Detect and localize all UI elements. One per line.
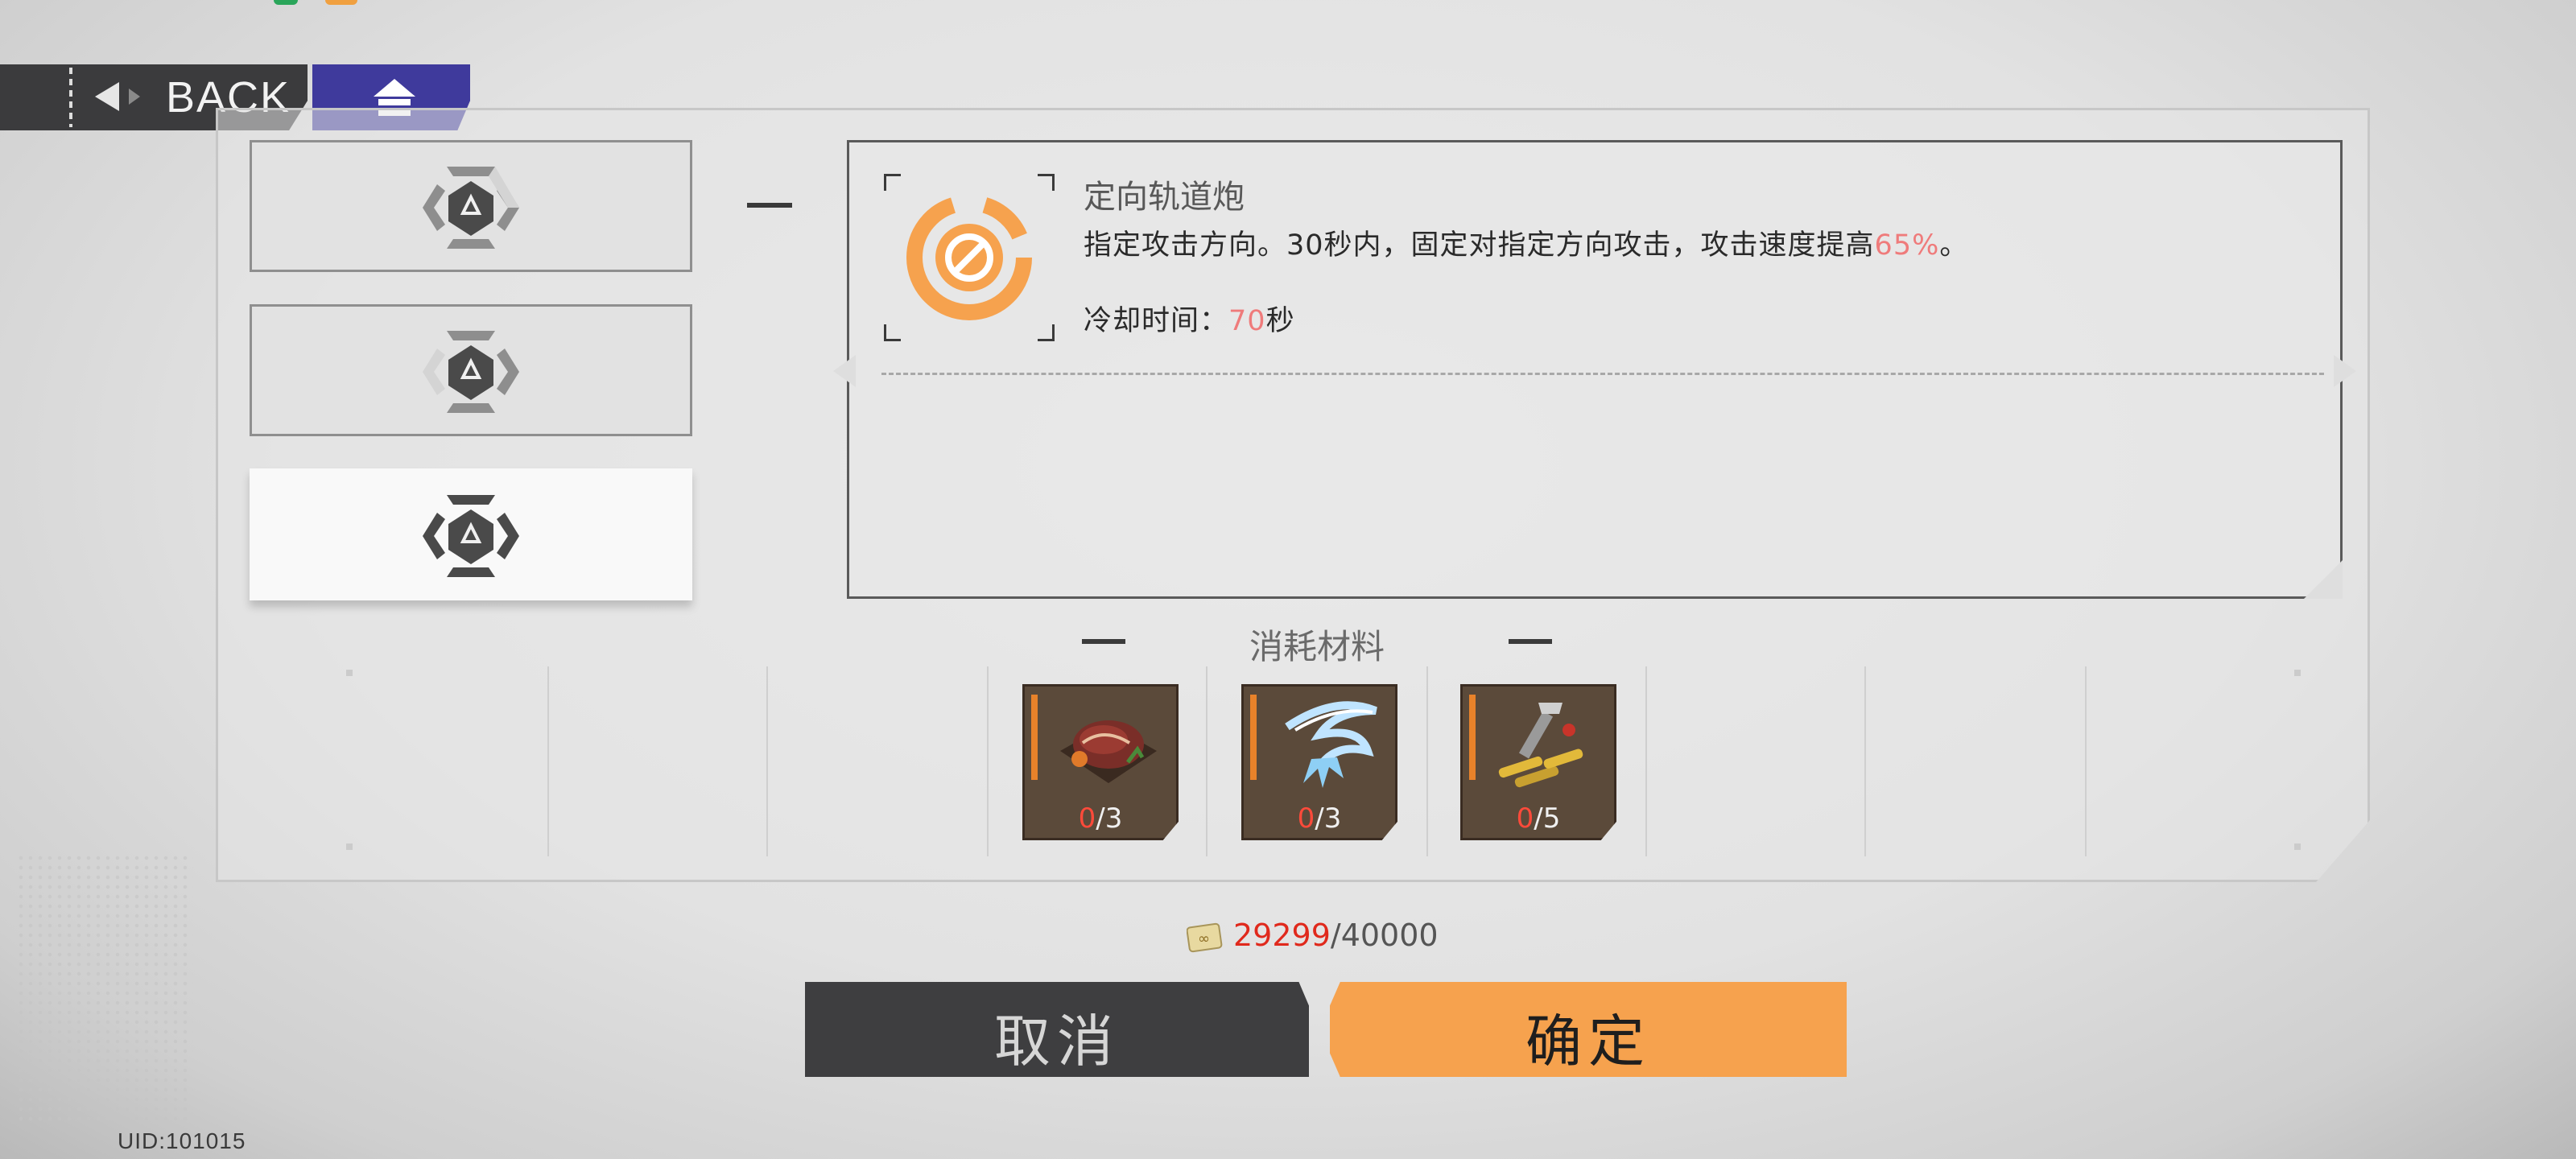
rarity-bar: [1031, 695, 1038, 780]
material-slot-1[interactable]: 0/3: [1022, 684, 1179, 840]
materials-title: 消耗材料: [1249, 627, 1385, 666]
cancel-button[interactable]: 取消: [805, 982, 1309, 1077]
material-count: 0/3: [1025, 802, 1176, 835]
material-need: /3: [1096, 802, 1123, 835]
skill-detail-panel: [833, 140, 2356, 599]
material-slot-3[interactable]: 0/5: [1460, 684, 1616, 840]
cooldown-value: 70: [1228, 305, 1266, 337]
confirm-button[interactable]: 确定: [1330, 982, 1847, 1077]
ice-blade-icon: [1285, 701, 1377, 788]
material-slot-2[interactable]: 0/3: [1241, 684, 1397, 840]
confirm-label: 确定: [1525, 1008, 1651, 1074]
material-need: /3: [1315, 802, 1342, 835]
currency-amount: 29299/40000: [1233, 918, 1439, 953]
grid-separator: [987, 666, 989, 856]
grid-separator: [2085, 666, 2087, 856]
user-id: UID:101015: [118, 1128, 246, 1153]
cooldown-label: 冷却时间：: [1084, 305, 1229, 337]
material-have: 0: [1516, 802, 1534, 835]
cooldown-unit: 秒: [1265, 305, 1295, 337]
skill-desc-suffix: 。: [1939, 229, 1969, 262]
material-title-dash-right: [1509, 639, 1552, 644]
skill-slot-3-selected[interactable]: [250, 468, 692, 600]
grid-separator: [1206, 666, 1208, 856]
status-indicator-orange: [325, 0, 357, 5]
skill-title: 定向轨道炮: [1084, 179, 1245, 216]
grid-separator: [766, 666, 768, 856]
material-count: 0/5: [1463, 802, 1614, 835]
forward-arrow-icon: [129, 89, 140, 105]
skill-slot-2[interactable]: [250, 304, 692, 436]
currency-have: 29299: [1233, 918, 1331, 953]
rarity-bar: [1469, 695, 1476, 780]
material-need: /5: [1534, 802, 1561, 835]
skill-desc-text: 指定攻击方向。30秒内，固定对指定方向攻击，攻击速度提高: [1084, 229, 1875, 262]
back-arrow-icon: [95, 82, 119, 111]
rarity-bar: [1250, 695, 1257, 780]
dashed-divider: [881, 373, 2324, 375]
material-count: 0/3: [1244, 802, 1395, 835]
connector-dash: [747, 203, 792, 208]
material-title-dash-left: [1082, 639, 1125, 644]
currency-need: /40000: [1330, 918, 1439, 953]
grid-separator: [1426, 666, 1428, 856]
steak-icon: [1060, 720, 1157, 783]
grid-dot: [2294, 670, 2301, 676]
skill-slot-icon: [423, 495, 519, 577]
skill-desc-value: 65%: [1874, 229, 1940, 262]
orbital-cannon-skill-icon: [906, 195, 1032, 320]
panel-corner: [2304, 560, 2343, 599]
ammo-tool-icon: [1498, 703, 1583, 788]
status-indicator-green: [274, 0, 298, 5]
grid-dot: [346, 670, 353, 676]
material-have: 0: [1297, 802, 1315, 835]
decorative-dash: [69, 68, 72, 127]
cancel-label: 取消: [994, 1008, 1120, 1074]
coin-icon: ∞: [1187, 922, 1223, 953]
grid-separator: [547, 666, 549, 856]
grid-dot: [346, 843, 353, 850]
skill-slot-icon: [423, 331, 519, 413]
grid-separator: [1645, 666, 1647, 856]
material-have: 0: [1078, 802, 1096, 835]
skill-slot-icon: [423, 167, 519, 249]
cooldown-row: 冷却时间：70秒: [1084, 298, 1295, 339]
skill-description: 指定攻击方向。30秒内，固定对指定方向攻击，攻击速度提高65%。: [1084, 222, 1968, 263]
grid-dot: [2294, 843, 2301, 850]
grid-separator: [1864, 666, 1866, 856]
svg-text:∞: ∞: [1198, 930, 1210, 947]
skill-icon-frame: [884, 174, 1055, 341]
skill-slot-1[interactable]: [250, 140, 692, 272]
decorative-dot-pattern: [16, 853, 193, 1127]
